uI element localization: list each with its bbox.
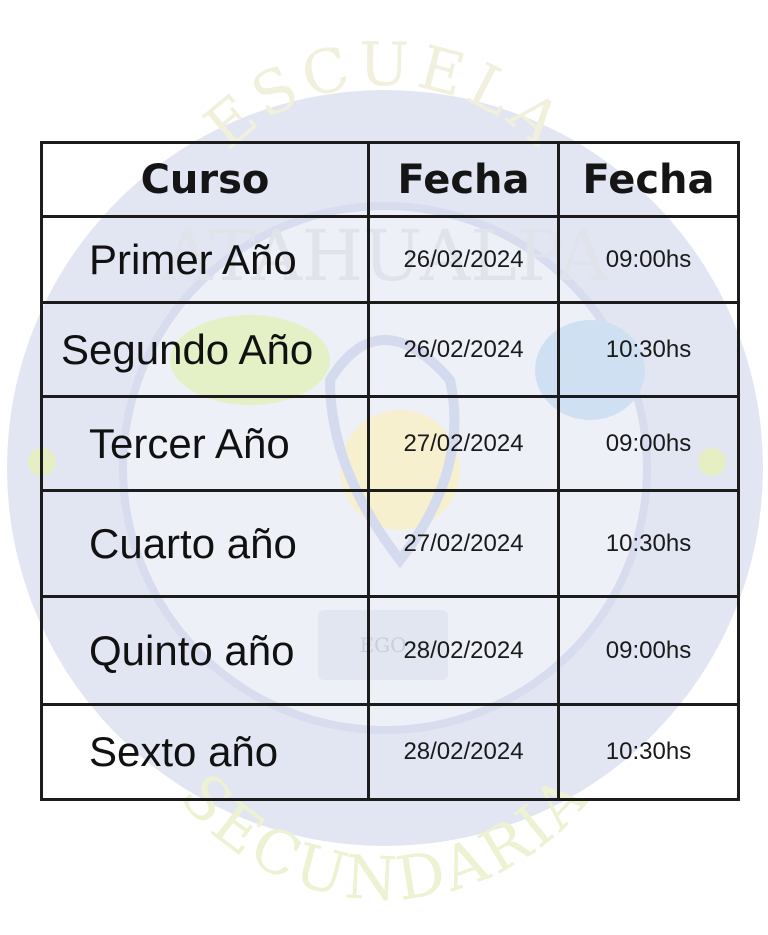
time-cell: 10:30hs [557, 703, 740, 801]
date-cell: 26/02/2024 [367, 215, 560, 304]
table-row: Sexto año 28/02/2024 10:30hs [40, 703, 740, 801]
time-cell: 09:00hs [557, 215, 740, 304]
date-cell: 28/02/2024 [367, 595, 560, 706]
course-cell: Sexto año [40, 703, 370, 801]
date-cell: 28/02/2024 [367, 703, 560, 801]
table-row: Cuarto año 27/02/2024 10:30hs [40, 489, 740, 598]
time-cell: 10:30hs [557, 489, 740, 598]
course-cell: Tercer Año [40, 395, 370, 492]
date-cell: 27/02/2024 [367, 489, 560, 598]
course-cell: Quinto año [40, 595, 370, 706]
header-fecha-hora: Fecha [557, 141, 740, 218]
table-row: Quinto año 28/02/2024 09:00hs [40, 595, 740, 706]
date-cell: 26/02/2024 [367, 301, 560, 398]
header-fecha: Fecha [367, 141, 560, 218]
course-cell: Primer Año [40, 215, 370, 304]
time-cell: 09:00hs [557, 595, 740, 706]
course-cell: Cuarto año [40, 489, 370, 598]
course-cell: Segundo Año [40, 301, 370, 398]
table-row: Segundo Año 26/02/2024 10:30hs [40, 301, 740, 398]
table-row: Primer Año 26/02/2024 09:00hs [40, 215, 740, 304]
time-cell: 10:30hs [557, 301, 740, 398]
header-curso: Curso [40, 141, 370, 218]
date-cell: 27/02/2024 [367, 395, 560, 492]
schedule-table: Curso Fecha Fecha Primer Año 26/02/2024 … [40, 141, 740, 801]
table-header-row: Curso Fecha Fecha [40, 141, 740, 218]
time-cell: 09:00hs [557, 395, 740, 492]
table-row: Tercer Año 27/02/2024 09:00hs [40, 395, 740, 492]
